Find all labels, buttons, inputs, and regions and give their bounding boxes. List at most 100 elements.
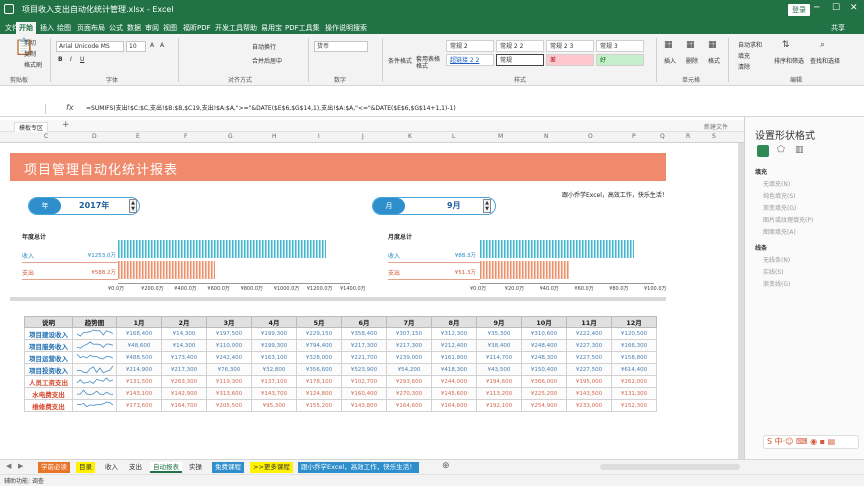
sheet-tab-free-course[interactable]: 免费课程 — [212, 462, 244, 473]
month-value-cell[interactable]: ¥212,400 — [431, 339, 477, 352]
autosum-button[interactable]: 自动求和 — [738, 40, 762, 49]
style-normal-2[interactable]: 常规 2 — [446, 40, 494, 52]
year-spinner[interactable]: ▲ ▼ — [129, 199, 137, 213]
month-value-cell[interactable]: ¥166,300 — [611, 339, 657, 352]
month-value-cell[interactable]: ¥239,000 — [386, 351, 432, 364]
close-icon[interactable]: ✕ — [850, 3, 858, 13]
style-hyperlink[interactable]: 超链接 2 2 — [446, 54, 494, 66]
fill-option[interactable]: 渐变填充(G) — [763, 203, 796, 212]
month-value-cell[interactable]: ¥225,200 — [521, 387, 567, 400]
column-header[interactable]: F — [184, 133, 187, 140]
month-value-cell[interactable]: ¥160,400 — [341, 387, 387, 400]
tell-me-search[interactable]: 操作说明搜索 — [322, 22, 370, 34]
month-value-cell[interactable]: ¥217,300 — [341, 339, 387, 352]
month-value-cell[interactable]: ¥119,300 — [206, 375, 252, 388]
formula-input[interactable]: =SUMIFS(支出!$C:$C,支出!$B:$B,$C19,支出!$A:$A,… — [86, 104, 456, 114]
line-section-head[interactable]: 线条 — [755, 243, 767, 252]
month-value-cell[interactable]: ¥143,700 — [251, 387, 297, 400]
month-value-cell[interactable]: ¥614,400 — [611, 363, 657, 376]
size-properties-icon[interactable]: ▥ — [795, 145, 804, 155]
month-value-cell[interactable]: ¥131,300 — [611, 387, 657, 400]
month-value-cell[interactable]: ¥205,500 — [206, 399, 252, 412]
month-value-cell[interactable]: ¥270,300 — [386, 387, 432, 400]
column-header[interactable]: E — [136, 133, 140, 140]
maximize-icon[interactable]: ☐ — [832, 3, 840, 13]
month-value-cell[interactable]: ¥124,800 — [296, 387, 342, 400]
name-box[interactable] — [2, 104, 46, 114]
sheet-tab-income[interactable]: 收入 — [102, 462, 121, 473]
shrink-font-icon[interactable]: A — [160, 42, 164, 49]
month-value-cell[interactable]: ¥523,900 — [341, 363, 387, 376]
month-value-cell[interactable]: ¥313,600 — [206, 387, 252, 400]
month-value-cell[interactable]: ¥145,600 — [431, 387, 477, 400]
sheet-tab-expense[interactable]: 支出 — [126, 462, 145, 473]
fill-option[interactable]: 图案填充(A) — [763, 227, 796, 236]
ime-toolbar[interactable]: S 中·☺ ⌨ ◉ ▪ ▤ — [763, 435, 859, 449]
month-value-cell[interactable]: ¥14,300 — [161, 327, 207, 340]
month-value-cell[interactable]: ¥142,900 — [161, 387, 207, 400]
month-value-cell[interactable]: ¥293,600 — [386, 375, 432, 388]
sort-filter-button[interactable]: 排序和筛选 — [774, 56, 804, 65]
month-value-cell[interactable]: ¥173,600 — [116, 399, 162, 412]
tab-formulas[interactable]: 公式 — [106, 22, 126, 34]
sheet-tab-practice[interactable]: 实操 — [186, 462, 205, 473]
tab-foxit-pdf[interactable]: 福昕PDF — [180, 22, 214, 34]
tab-review[interactable]: 审阅 — [142, 22, 162, 34]
column-header[interactable]: Q — [660, 133, 665, 140]
month-value-cell[interactable]: ¥221,700 — [341, 351, 387, 364]
trend-sparkline[interactable] — [72, 375, 117, 388]
horizontal-scrollbar[interactable] — [600, 464, 740, 470]
month-value-cell[interactable]: ¥227,500 — [566, 351, 612, 364]
month-value-cell[interactable]: ¥192,100 — [476, 399, 522, 412]
month-value-cell[interactable]: ¥227,500 — [566, 363, 612, 376]
month-value-cell[interactable]: ¥248,400 — [521, 339, 567, 352]
month-value-cell[interactable]: ¥164,600 — [386, 399, 432, 412]
trend-sparkline[interactable] — [72, 363, 117, 376]
italic-button[interactable]: I — [70, 56, 72, 63]
column-header[interactable]: M — [498, 133, 503, 140]
month-value-cell[interactable]: ¥418,300 — [431, 363, 477, 376]
month-value-cell[interactable]: ¥358,400 — [341, 327, 387, 340]
tab-draw[interactable]: 绘图 — [54, 22, 74, 34]
month-value-cell[interactable]: ¥161,800 — [431, 351, 477, 364]
month-value-cell[interactable]: ¥217,300 — [386, 339, 432, 352]
fill-option[interactable]: 无填充(N) — [763, 179, 790, 188]
wrap-text-button[interactable]: 自动换行 — [252, 42, 276, 51]
tab-page-layout[interactable]: 页面布局 — [74, 22, 108, 34]
column-header[interactable]: I — [318, 133, 320, 140]
tab-pdf-tools[interactable]: PDF工具集 — [282, 22, 323, 34]
tab-home[interactable]: 开始 — [16, 22, 36, 34]
style-normal-2-2[interactable]: 常规 2 2 — [496, 40, 544, 52]
style-normal-3[interactable]: 常规 3 — [596, 40, 644, 52]
row-label[interactable]: 人员工资支出 — [24, 375, 73, 388]
find-select-button[interactable]: 查找和选择 — [810, 56, 840, 65]
month-value-cell[interactable]: ¥233,000 — [566, 399, 612, 412]
month-value-cell[interactable]: ¥54,200 — [386, 363, 432, 376]
add-tab-icon[interactable]: + — [62, 120, 70, 130]
tab-help[interactable]: 帮助 — [240, 22, 260, 34]
insert-cells-button[interactable]: 插入 — [664, 56, 676, 65]
month-value-cell[interactable]: ¥199,300 — [251, 327, 297, 340]
month-value-cell[interactable]: ¥366,000 — [521, 375, 567, 388]
month-value-cell[interactable]: ¥222,400 — [566, 327, 612, 340]
month-value-cell[interactable]: ¥227,300 — [566, 339, 612, 352]
month-value-cell[interactable]: ¥328,000 — [296, 351, 342, 364]
column-header[interactable]: G — [228, 133, 233, 140]
month-value-cell[interactable]: ¥310,600 — [521, 327, 567, 340]
next-sheet-icon[interactable]: ▶ — [18, 462, 23, 470]
month-value-cell[interactable]: ¥137,100 — [251, 375, 297, 388]
conditional-format-button[interactable]: 条件格式 — [388, 56, 412, 65]
month-value-cell[interactable]: ¥158,800 — [611, 351, 657, 364]
fill-line-icon[interactable] — [757, 145, 769, 157]
tab-view[interactable]: 视图 — [160, 22, 180, 34]
month-value-cell[interactable]: ¥356,600 — [296, 363, 342, 376]
copy-button[interactable]: 复制 — [24, 49, 36, 58]
fill-option[interactable]: 图片或纹理填充(P) — [763, 215, 813, 224]
share-button[interactable]: 共享 — [828, 22, 848, 34]
delete-cells-icon[interactable]: ▦ — [686, 40, 695, 50]
row-label[interactable]: 项目建设收入 — [24, 327, 73, 340]
tab-data[interactable]: 数据 — [124, 22, 144, 34]
month-value-cell[interactable]: ¥197,500 — [206, 327, 252, 340]
month-value-cell[interactable]: ¥214,900 — [116, 363, 162, 376]
prev-sheet-icon[interactable]: ◀ — [6, 462, 11, 470]
